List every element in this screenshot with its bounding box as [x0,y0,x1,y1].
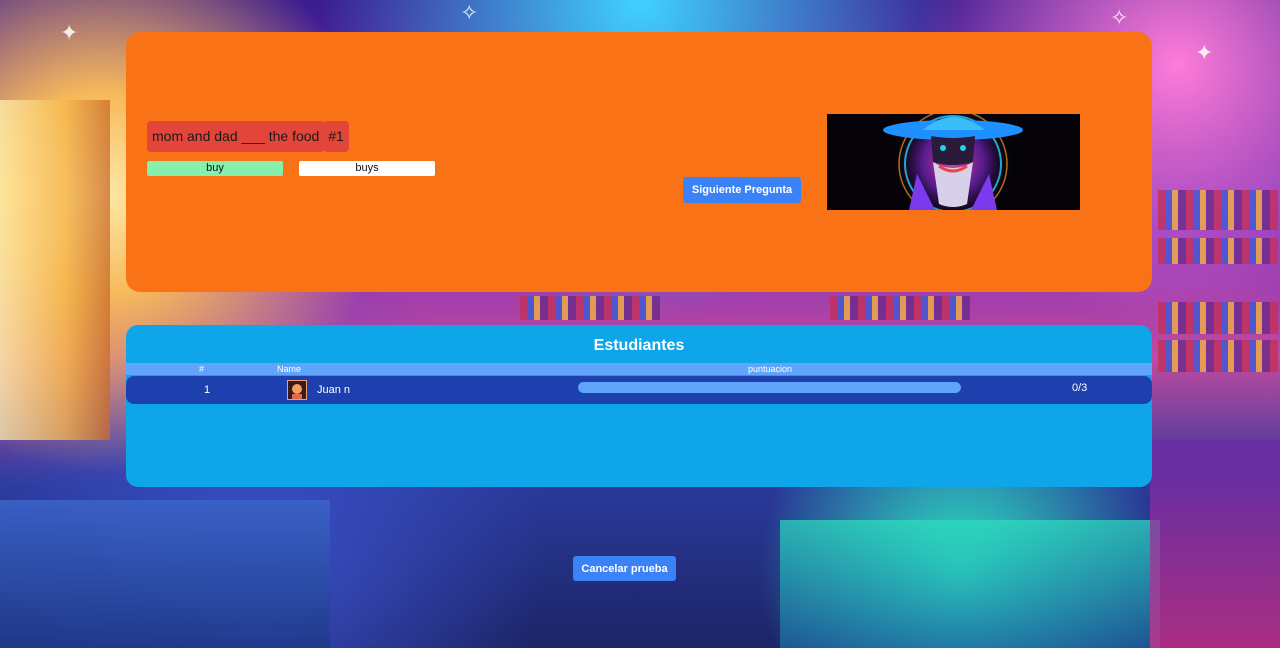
students-panel: Estudiantes # Name puntuacion 1 Juan n 0… [126,325,1152,487]
score-progress-bar [578,382,961,393]
question-panel: mom and dad ___ the food #1 buy buys Sig… [126,32,1152,292]
answer-option-correct[interactable]: buy [147,161,283,176]
students-table-header: # Name puntuacion [126,363,1152,375]
student-score: 0/3 [1072,382,1088,394]
students-title: Estudiantes [593,337,685,354]
student-name: Juan n [317,384,351,396]
next-question-button[interactable]: Siguiente Pregunta [683,177,801,203]
column-header-score: puntuacion [748,364,793,374]
cancel-test-button[interactable]: Cancelar prueba [573,556,676,581]
table-row: 1 Juan n 0/3 [126,376,1152,404]
question-text: mom and dad ___ the food [147,121,325,152]
wizard-image [827,114,1080,210]
column-header-name: Name [277,364,302,374]
question-number-badge: #1 [323,121,349,152]
answer-option[interactable]: buys [299,161,435,176]
student-index: 1 [204,384,211,396]
avatar [287,380,307,400]
score-progress-fill [578,382,961,393]
column-header-index: # [199,364,205,374]
